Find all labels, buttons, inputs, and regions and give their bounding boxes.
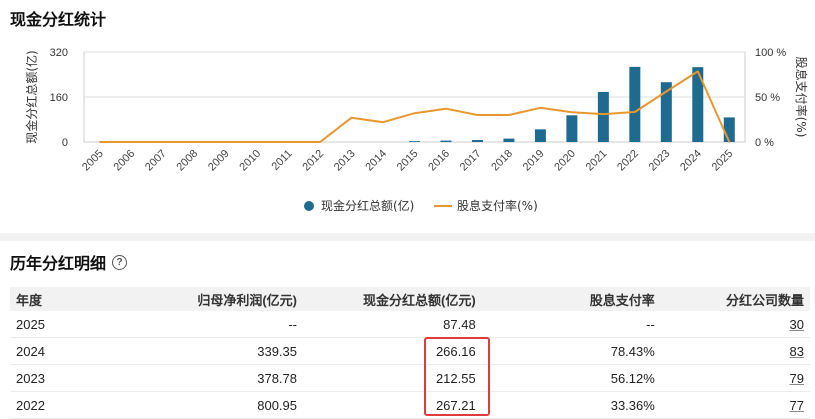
cell-year: 2023 [10, 364, 89, 392]
cell-dividend-total: 267.21 [303, 391, 482, 419]
x-tick-label: 2014 [363, 148, 389, 174]
bar-2015 [409, 141, 420, 142]
x-tick-label: 2017 [458, 148, 484, 174]
bar-2019 [534, 129, 546, 142]
bar-2020 [566, 115, 578, 142]
table-row: 2022 800.95 267.21 33.36% 77 [10, 391, 810, 419]
col-header-net-profit[interactable]: 归母净利润(亿元) [88, 287, 303, 311]
cell-year: 2022 [10, 391, 89, 419]
x-tick-label: 2018 [489, 148, 515, 174]
x-tick-label: 2011 [270, 148, 295, 173]
x-tick-label: 2010 [237, 148, 263, 174]
cell-payout-ratio: 56.12% [481, 364, 661, 392]
legend-line-label: 股息支付率(%) [457, 198, 538, 213]
legend-bar-marker [304, 201, 314, 211]
line-point-2014 [382, 121, 384, 123]
cell-dividend-total: 87.48 [303, 311, 482, 338]
x-tick-label: 2015 [395, 148, 421, 174]
line-point-2017 [476, 114, 479, 116]
x-tick-label: 2005 [80, 148, 106, 174]
detail-title-text: 历年分红明细 [10, 256, 107, 273]
line-point-2021 [602, 113, 605, 115]
x-tick-label: 2008 [174, 148, 200, 174]
table-row: 2025 -- 87.48 -- 30 [10, 311, 810, 338]
cell-net-profit: 378.78 [88, 364, 303, 392]
x-tick-label: 2006 [112, 148, 138, 174]
section-divider [0, 233, 815, 241]
line-point-2019 [539, 107, 542, 109]
legend-bar-label: 现金分红总额(亿) [321, 198, 414, 213]
x-tick-label: 2020 [552, 148, 578, 174]
col-header-company-count[interactable]: 分红公司数量 [660, 287, 810, 311]
x-tick-label: 2022 [615, 148, 641, 174]
cell-payout-ratio: 33.36% [481, 391, 661, 419]
cell-payout-ratio: -- [481, 311, 661, 338]
col-header-dividend-total[interactable]: 现金分红总额(亿元) [303, 287, 482, 311]
line-point-2023 [665, 90, 668, 93]
line-point-2005 [98, 141, 101, 143]
question-circle-icon[interactable]: ? [112, 254, 128, 270]
x-tick-label: 2016 [426, 148, 452, 174]
y-axis-label: 现金分红总额(亿) [24, 50, 39, 143]
bar-2016 [440, 140, 452, 142]
cell-payout-ratio: 78.43% [481, 337, 661, 365]
cell-year: 2025 [10, 311, 89, 338]
line-point-2006 [130, 141, 133, 143]
x-tick-label: 2025 [710, 148, 736, 174]
x-tick-label: 2021 [584, 148, 610, 174]
x-tick-label: 2023 [647, 148, 673, 174]
cell-net-profit: 800.95 [88, 391, 303, 419]
line-point-2018 [508, 114, 510, 116]
bar-2022 [629, 66, 641, 142]
line-point-2009 [224, 141, 227, 143]
y2-axis-label: 股息支付率(%) [794, 57, 809, 138]
cell-year: 2024 [10, 337, 89, 365]
line-point-2022 [634, 111, 636, 113]
line-point-2012 [319, 141, 321, 143]
y-tick-label: 0 [62, 137, 68, 149]
line-point-2016 [445, 107, 447, 110]
line-point-2024 [696, 70, 699, 73]
line-point-2007 [161, 141, 164, 143]
cell-net-profit: 339.35 [88, 337, 303, 365]
table-row: 2023 378.78 212.55 56.12% 79 [10, 364, 810, 392]
dividend-chart: 0 160 320 0 % 50 % 100 % 现金分红总额(亿) 股息支付率(%) 2005… [24, 47, 809, 213]
y-tick-label: 320 [50, 47, 68, 59]
cell-company-count[interactable]: 79 [790, 371, 804, 386]
bar-2025 [723, 117, 735, 142]
x-tick-label: 2009 [206, 148, 232, 174]
y2-tick-label: 100 % [755, 47, 786, 59]
col-header-payout-ratio[interactable]: 股息支付率 [481, 287, 661, 311]
y-tick-label: 160 [50, 92, 68, 104]
x-tick-label: 2012 [300, 148, 326, 174]
cell-company-count[interactable]: 77 [790, 398, 804, 413]
col-header-year[interactable]: 年度 [10, 287, 89, 311]
line-point-2010 [256, 141, 258, 143]
line-point-2025 [728, 141, 731, 143]
line-point-2013 [350, 116, 353, 119]
line-point-2020 [571, 111, 573, 114]
x-tick-label: 2013 [332, 148, 358, 174]
bar-2021 [597, 91, 609, 142]
table-header-row: 年度 归母净利润(亿元) 现金分红总额(亿元) 股息支付率 分红公司数量 [10, 287, 810, 311]
dividend-detail-table: 年度 归母净利润(亿元) 现金分红总额(亿元) 股息支付率 分红公司数量 202… [10, 287, 810, 419]
x-tick-label: 2007 [143, 148, 169, 174]
bar-2017 [471, 140, 483, 142]
x-tick-label: 2019 [521, 148, 547, 174]
cell-net-profit: -- [88, 311, 303, 338]
cell-dividend-total: 212.55 [303, 364, 482, 392]
detail-section-title: 历年分红明细 ? [10, 250, 128, 274]
line-point-2011 [287, 141, 290, 143]
cell-dividend-total: 266.16 [303, 337, 482, 365]
cell-company-count[interactable]: 83 [790, 344, 804, 359]
y2-tick-label: 50 % [755, 92, 780, 104]
table-row: 2024 339.35 266.16 78.43% 83 [10, 337, 810, 365]
cell-company-count[interactable]: 30 [790, 317, 804, 332]
line-point-2008 [193, 141, 195, 143]
line-point-2015 [413, 112, 416, 114]
y2-tick-label: 0 % [755, 137, 774, 149]
bar-2018 [503, 138, 515, 142]
x-tick-label: 2024 [678, 148, 704, 174]
